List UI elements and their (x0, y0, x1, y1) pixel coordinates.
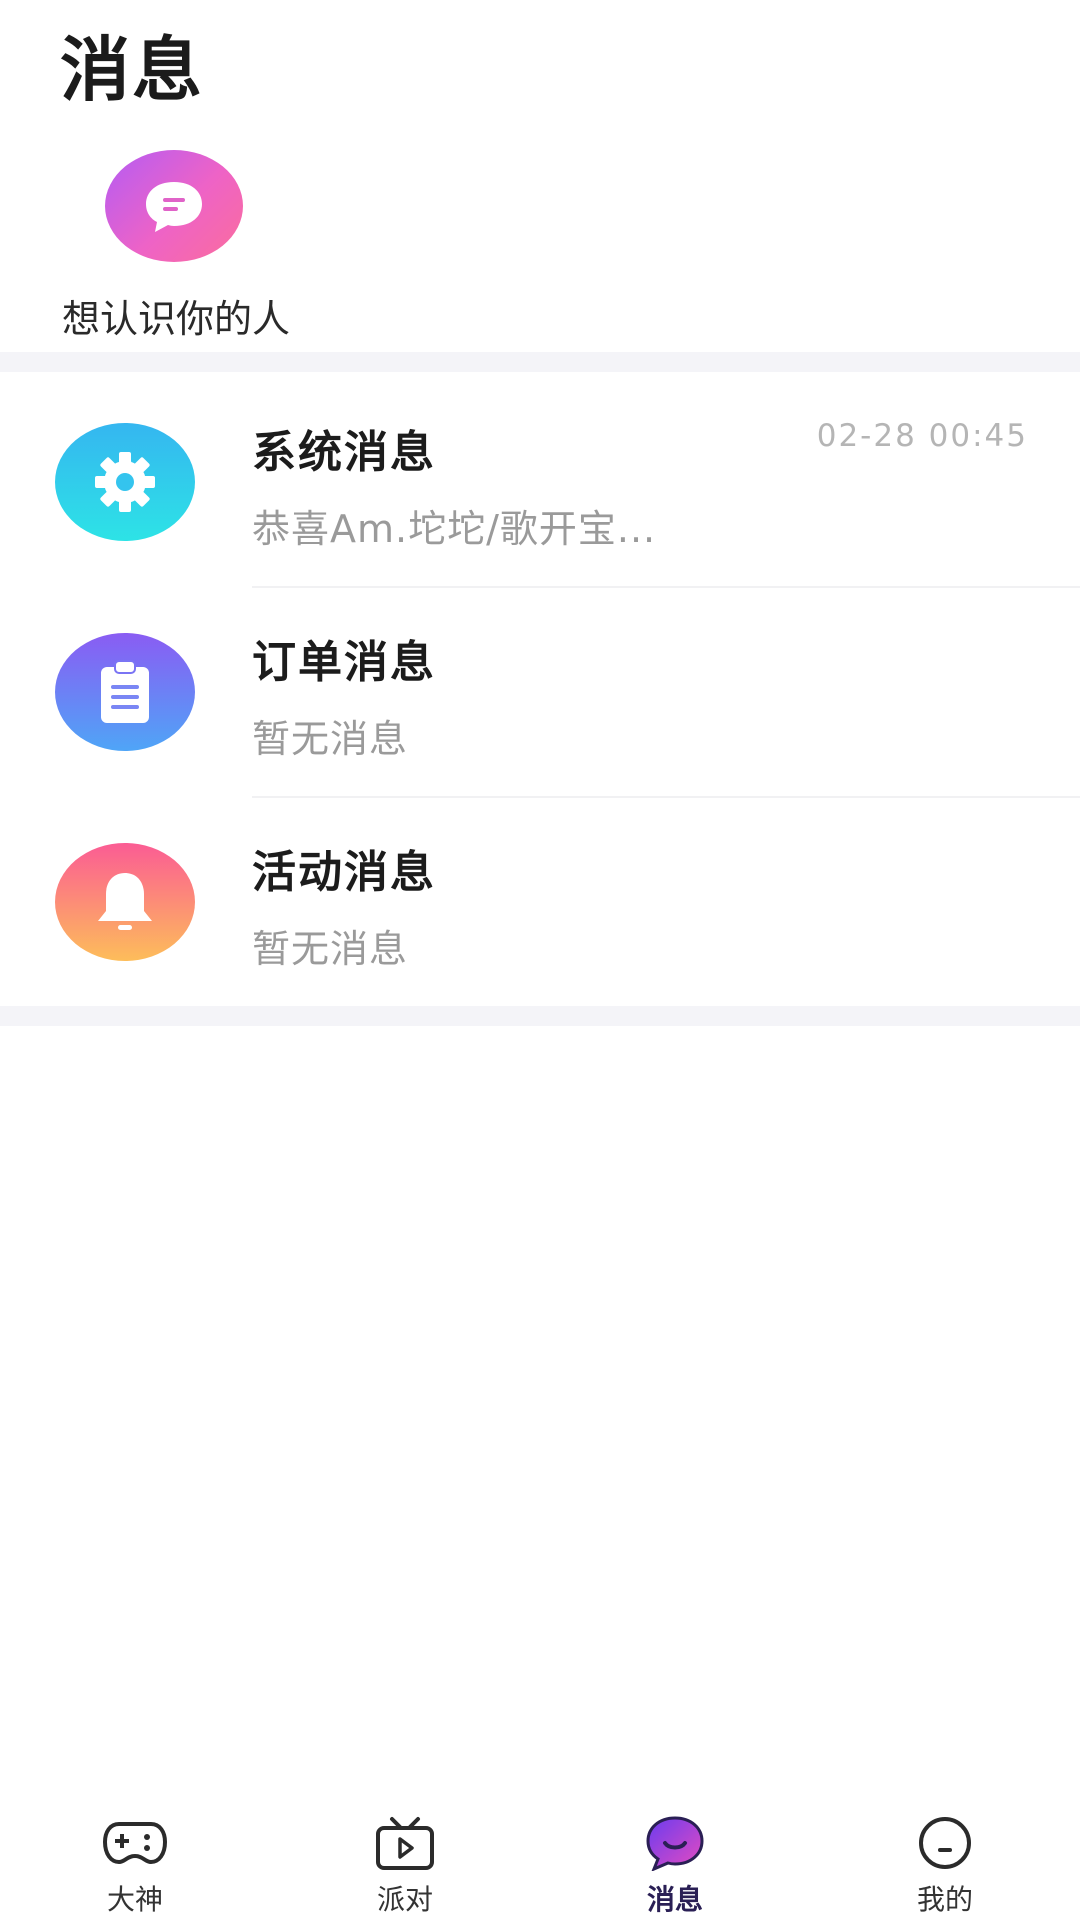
message-item-event[interactable]: 活动消息 暂无消息 (0, 798, 1080, 1008)
tab-dashen[interactable]: 大神 (35, 1790, 235, 1920)
bell-icon (55, 843, 195, 961)
clipboard-icon (55, 633, 195, 751)
tv-play-icon (373, 1814, 437, 1872)
section-divider-bottom (0, 1006, 1080, 1026)
tab-mine[interactable]: 我的 (845, 1790, 1045, 1920)
message-preview: 暂无消息 (252, 927, 409, 971)
message-preview: 恭喜Am.坨坨/歌开宝... (252, 507, 657, 551)
tab-label: 消息 (646, 1883, 703, 1916)
message-bubble-icon (643, 1814, 707, 1872)
message-title: 订单消息 (252, 637, 436, 688)
gamepad-icon (103, 1814, 167, 1872)
message-item-system[interactable]: 系统消息 恭喜Am.坨坨/歌开宝... 02-28 00:45 (0, 378, 1080, 588)
tab-label: 大神 (106, 1883, 163, 1916)
message-title: 系统消息 (252, 427, 436, 478)
shortcut-people-interested[interactable]: 想认识你的人 (36, 150, 316, 343)
tab-label: 派对 (376, 1883, 433, 1916)
bottom-tab-bar: 大神 派对 消息 我的 (0, 1790, 1080, 1920)
message-item-order[interactable]: 订单消息 暂无消息 (0, 588, 1080, 798)
message-preview: 暂无消息 (252, 717, 409, 761)
message-list: 系统消息 恭喜Am.坨坨/歌开宝... 02-28 00:45 订单消息 暂无消… (0, 378, 1080, 1008)
section-divider-top (0, 352, 1080, 372)
tab-messages[interactable]: 消息 (575, 1790, 775, 1920)
gear-icon (55, 423, 195, 541)
face-icon (913, 1814, 977, 1872)
tab-label: 我的 (916, 1883, 973, 1916)
tab-paidui[interactable]: 派对 (305, 1790, 505, 1920)
message-timestamp: 02-28 00:45 (816, 418, 1028, 454)
shortcut-label: 想认识你的人 (61, 297, 290, 341)
message-title: 活动消息 (252, 847, 436, 898)
chat-bubble-icon (105, 150, 243, 262)
page-title: 消息 (60, 29, 204, 111)
